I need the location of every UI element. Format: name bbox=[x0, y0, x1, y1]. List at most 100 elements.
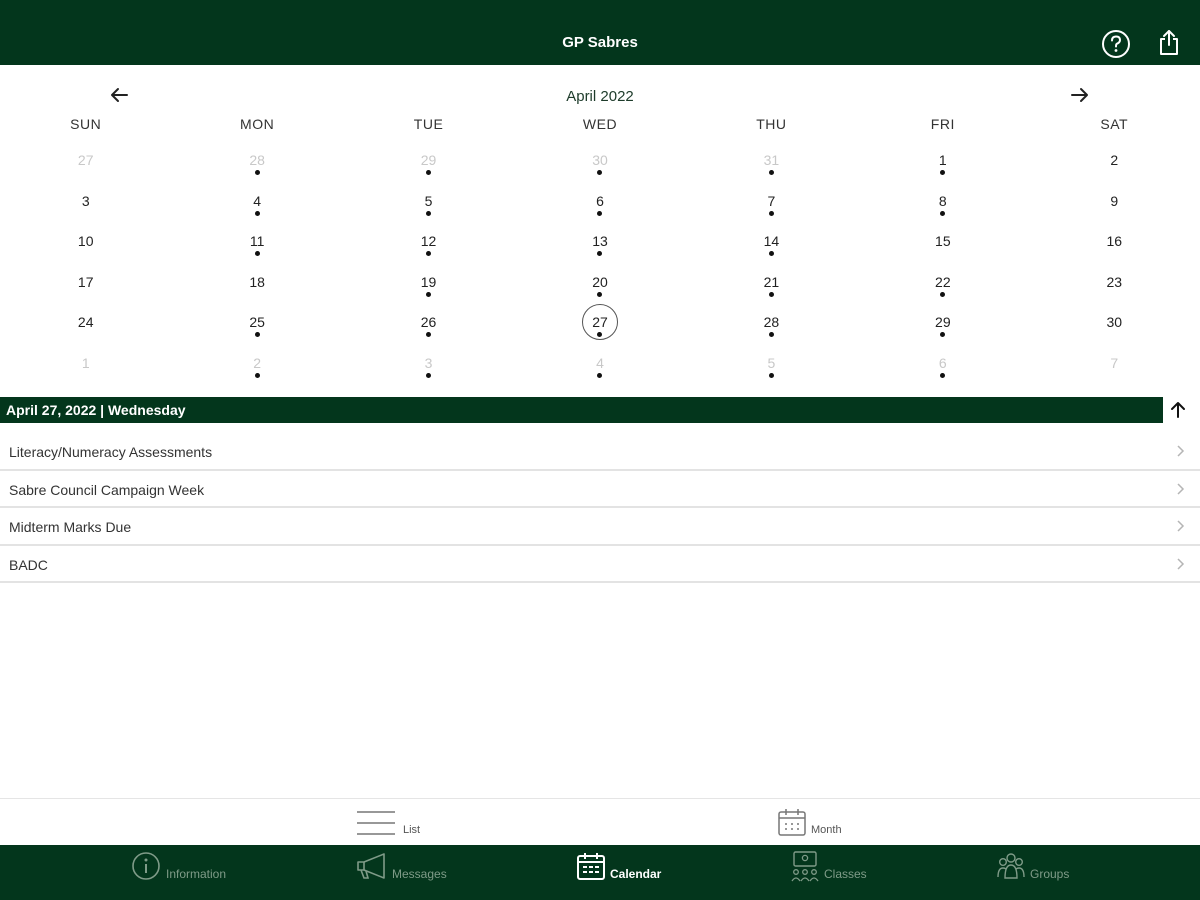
event-indicator-dot bbox=[254, 251, 260, 256]
day-number: 2 bbox=[1110, 152, 1119, 168]
event-title: Sabre Council Campaign Week bbox=[9, 481, 205, 498]
day-number: 15 bbox=[935, 233, 951, 249]
calendar-day[interactable]: 16 bbox=[1029, 223, 1200, 264]
calendar-day[interactable]: 2 bbox=[171, 345, 342, 386]
chevron-right-icon bbox=[1177, 520, 1185, 532]
calendar-day[interactable]: 28 bbox=[686, 304, 857, 345]
calendar-week-row: 3 4 5 6 7 8 9 bbox=[0, 183, 1200, 224]
calendar-icon bbox=[577, 853, 605, 880]
list-view-label: List bbox=[403, 824, 421, 836]
calendar-day[interactable]: 4 bbox=[171, 183, 342, 224]
info-icon bbox=[132, 852, 160, 880]
calendar-day[interactable]: 15 bbox=[857, 223, 1028, 264]
calendar-day[interactable]: 23 bbox=[1029, 264, 1200, 305]
day-number: 5 bbox=[767, 354, 776, 371]
calendar-day[interactable]: 5 bbox=[686, 345, 857, 386]
day-number: 28 bbox=[763, 314, 780, 330]
day-number: 24 bbox=[77, 314, 94, 330]
day-number: 19 bbox=[420, 273, 437, 290]
calendar-day[interactable]: 29 bbox=[343, 142, 514, 183]
event-item[interactable]: Sabre Council Campaign Week bbox=[0, 471, 1200, 508]
calendar-day[interactable]: 12 bbox=[343, 223, 514, 264]
month-view-label: Month bbox=[811, 824, 842, 836]
day-number: 9 bbox=[1110, 192, 1119, 209]
calendar-day[interactable]: 7 bbox=[1029, 345, 1200, 386]
day-number: 4 bbox=[596, 354, 604, 371]
calendar-day[interactable]: 20 bbox=[514, 264, 685, 305]
event-indicator-dot bbox=[426, 251, 432, 256]
calendar-day[interactable]: 26 bbox=[343, 304, 514, 345]
event-indicator-dot bbox=[426, 372, 432, 378]
calendar-day[interactable]: 14 bbox=[686, 223, 857, 264]
day-number: 5 bbox=[424, 192, 433, 209]
calendar-day[interactable]: 6 bbox=[857, 345, 1028, 386]
event-indicator-dot bbox=[940, 291, 946, 297]
event-indicator-dot bbox=[940, 210, 946, 216]
calendar-day[interactable]: 17 bbox=[0, 264, 171, 305]
bottom-tab-bar: Information Messages Calendar Classes Gr… bbox=[0, 845, 1200, 900]
day-number: 29 bbox=[935, 314, 951, 330]
weekday-header: SUN MON TUE WED THU FRI SAT bbox=[0, 116, 1200, 142]
selected-date-bar: April 27, 2022 | Wednesday bbox=[0, 397, 1163, 423]
event-indicator-dot bbox=[768, 372, 774, 378]
event-list: Literacy/Numeracy Assessments Sabre Coun… bbox=[0, 433, 1200, 583]
event-title: Literacy/Numeracy Assessments bbox=[9, 444, 213, 460]
calendar-day[interactable]: 3 bbox=[0, 183, 171, 224]
weekday-label: SAT bbox=[1100, 116, 1129, 132]
month-label: April 2022 bbox=[566, 88, 634, 105]
calendar-day[interactable]: 5 bbox=[343, 183, 514, 224]
event-indicator-dot bbox=[768, 291, 774, 297]
day-number: 29 bbox=[420, 152, 437, 168]
event-indicator-dot bbox=[426, 170, 432, 175]
event-indicator-dot bbox=[254, 210, 260, 216]
event-item[interactable]: BADC bbox=[0, 546, 1200, 583]
calendar-day[interactable]: 27 bbox=[0, 142, 171, 183]
calendar-day-selected[interactable]: 27 bbox=[514, 304, 685, 345]
event-indicator-dot bbox=[597, 291, 603, 297]
calendar-day[interactable]: 30 bbox=[1029, 304, 1200, 345]
day-number: 27 bbox=[592, 314, 608, 330]
calendar-day[interactable]: 25 bbox=[171, 304, 342, 345]
calendar-day[interactable]: 11 bbox=[171, 223, 342, 264]
calendar-day[interactable]: 18 bbox=[171, 264, 342, 305]
calendar-day[interactable]: 6 bbox=[514, 183, 685, 224]
calendar-day[interactable]: 3 bbox=[343, 345, 514, 386]
weekday-label: MON bbox=[240, 116, 275, 132]
calendar-day[interactable]: 13 bbox=[514, 223, 685, 264]
calendar-day[interactable]: 31 bbox=[686, 142, 857, 183]
day-number: 7 bbox=[1110, 354, 1119, 371]
day-number: 7 bbox=[767, 192, 776, 209]
calendar-day[interactable]: 21 bbox=[686, 264, 857, 305]
calendar-day[interactable]: 28 bbox=[171, 142, 342, 183]
day-number: 25 bbox=[249, 314, 265, 330]
chevron-right-icon bbox=[1177, 445, 1185, 457]
event-indicator-dot bbox=[597, 251, 603, 256]
calendar-day[interactable]: 1 bbox=[0, 345, 171, 386]
calendar-day[interactable]: 2 bbox=[1029, 142, 1200, 183]
calendar-week-row: 27 28 29 30 31 1 2 bbox=[0, 142, 1200, 183]
event-item[interactable]: Literacy/Numeracy Assessments bbox=[0, 433, 1200, 471]
calendar-day[interactable]: 4 bbox=[514, 345, 685, 386]
help-circle-icon[interactable] bbox=[1101, 29, 1131, 59]
arrow-up-icon[interactable] bbox=[1168, 400, 1188, 420]
arrow-right-icon[interactable] bbox=[1069, 84, 1091, 106]
event-item[interactable]: Midterm Marks Due bbox=[0, 508, 1200, 546]
calendar-day[interactable]: 29 bbox=[857, 304, 1028, 345]
view-toggle-bar: List Month bbox=[0, 798, 1200, 845]
calendar-week-row: 10 11 12 13 14 15 16 bbox=[0, 223, 1200, 264]
calendar-day[interactable]: 9 bbox=[1029, 183, 1200, 224]
calendar-day[interactable]: 19 bbox=[343, 264, 514, 305]
app-header: GP Sabres bbox=[0, 0, 1200, 65]
calendar-day[interactable]: 7 bbox=[686, 183, 857, 224]
calendar-day[interactable]: 22 bbox=[857, 264, 1028, 305]
calendar-day[interactable]: 8 bbox=[857, 183, 1028, 224]
calendar-day[interactable]: 30 bbox=[514, 142, 685, 183]
calendar-day[interactable]: 24 bbox=[0, 304, 171, 345]
share-icon[interactable] bbox=[1157, 29, 1181, 57]
app-title: GP Sabres bbox=[562, 34, 638, 51]
calendar-day[interactable]: 10 bbox=[0, 223, 171, 264]
list-icon bbox=[357, 811, 395, 835]
calendar-day[interactable]: 1 bbox=[857, 142, 1028, 183]
event-indicator-dot bbox=[426, 291, 432, 297]
event-indicator-dot bbox=[768, 210, 774, 216]
